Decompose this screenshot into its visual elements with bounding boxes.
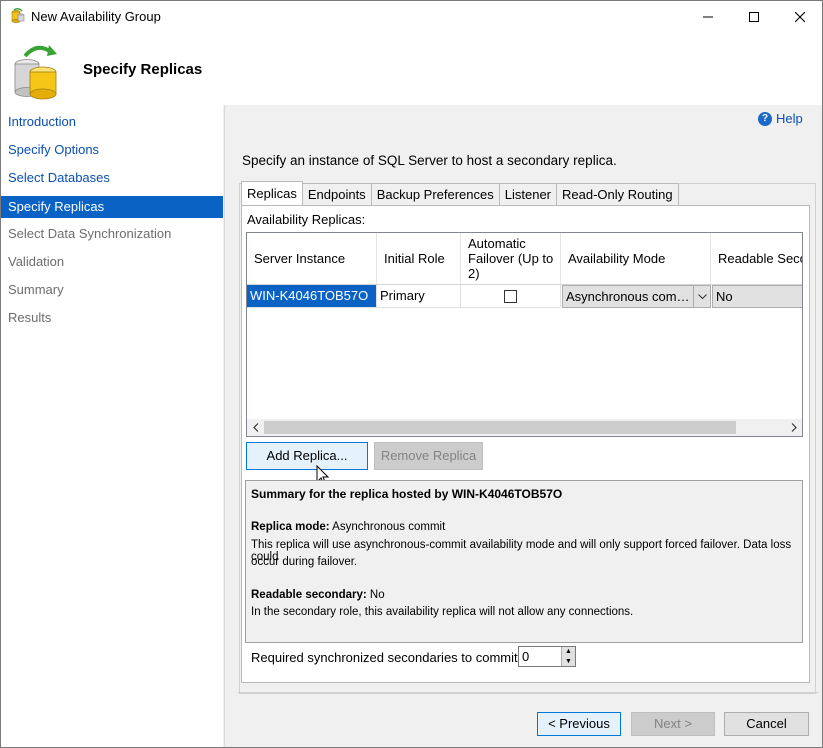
help-link[interactable]: ? Help — [758, 111, 803, 126]
add-replica-button[interactable]: Add Replica... — [246, 442, 368, 470]
database-app-icon — [11, 8, 25, 23]
chevron-down-icon[interactable] — [693, 286, 710, 307]
column-header-initial-role[interactable]: Initial Role — [377, 233, 461, 285]
tab-backup-preferences[interactable]: Backup Preferences — [370, 183, 500, 205]
required-secondaries-label: Required synchronized secondaries to com… — [251, 650, 518, 665]
scrollbar-thumb[interactable] — [264, 421, 736, 434]
column-header-readable-secondary[interactable]: Readable Seco — [711, 233, 802, 285]
help-label: Help — [776, 111, 803, 126]
minimize-icon — [703, 16, 713, 17]
column-header-availability-mode[interactable]: Availability Mode — [561, 233, 711, 285]
maximize-button[interactable] — [731, 1, 777, 32]
horizontal-scrollbar[interactable] — [247, 419, 802, 436]
scroll-left-icon[interactable] — [247, 419, 264, 436]
wizard-header: Specify Replicas — [1, 32, 822, 105]
help-icon: ? — [758, 111, 772, 126]
title-bar: New Availability Group — [1, 1, 822, 32]
minimize-button[interactable] — [685, 1, 731, 32]
replica-tabs: Replicas Endpoints Backup Preferences Li… — [241, 181, 679, 205]
replica-mode-description-2: occur during failover. — [251, 556, 358, 568]
stepper-buttons: ▲ ▼ — [561, 647, 575, 666]
replica-mode-line: Replica mode: Asynchronous commit — [251, 521, 445, 533]
cell-server-instance[interactable]: WIN-K4046TOB57O — [247, 285, 377, 308]
previous-button[interactable]: < Previous — [537, 712, 621, 736]
column-header-server-instance[interactable]: Server Instance — [247, 233, 377, 285]
maximize-icon — [749, 11, 759, 22]
cell-automatic-failover[interactable] — [461, 285, 561, 308]
close-icon — [795, 11, 805, 22]
next-button: Next > — [631, 712, 715, 736]
availability-group-icon — [14, 45, 57, 100]
replica-mode-value: Asynchronous commit — [332, 521, 446, 533]
readable-secondary-value: No — [369, 589, 385, 601]
cancel-button[interactable]: Cancel — [724, 712, 809, 736]
remove-replica-button: Remove Replica — [374, 442, 483, 470]
readable-secondary-description: In the secondary role, this availability… — [251, 606, 634, 618]
cell-initial-role[interactable]: Primary — [377, 285, 461, 308]
summary-title: Summary for the replica hosted by WIN-K4… — [251, 487, 563, 501]
window-title: New Availability Group — [31, 9, 161, 24]
stepper-down-icon[interactable]: ▼ — [562, 656, 575, 666]
sidebar-item-specify-replicas[interactable]: Specify Replicas — [1, 196, 223, 218]
readable-secondary-line: Readable secondary: No — [251, 589, 385, 601]
replica-mode-label: Replica mode: — [251, 521, 330, 533]
replicas-grid[interactable]: Server Instance Initial Role Automatic F… — [246, 232, 803, 437]
automatic-failover-checkbox[interactable] — [504, 289, 517, 303]
sidebar-item-introduction[interactable]: Introduction — [1, 111, 223, 133]
required-secondaries-stepper[interactable]: 0 ▲ ▼ — [518, 646, 576, 667]
replica-summary-panel: Summary for the replica hosted by WIN-K4… — [245, 480, 803, 643]
sidebar-item-summary: Summary — [8, 282, 64, 297]
dialog-window: New Availability Group Specify Replicas … — [0, 0, 823, 748]
instruction-text: Specify an instance of SQL Server to hos… — [242, 153, 617, 168]
page-title: Specify Replicas — [83, 61, 203, 78]
readable-secondary-dropdown[interactable]: No — [712, 285, 802, 308]
required-secondaries-value[interactable]: 0 — [522, 649, 529, 664]
close-button[interactable] — [777, 1, 823, 32]
tab-read-only-routing[interactable]: Read-Only Routing — [556, 183, 679, 205]
stepper-up-icon[interactable]: ▲ — [562, 647, 575, 657]
sidebar-item-validation: Validation — [8, 254, 65, 269]
scroll-right-icon[interactable] — [785, 419, 802, 436]
availability-mode-dropdown[interactable]: Asynchronous com… — [562, 285, 711, 308]
tab-endpoints[interactable]: Endpoints — [301, 183, 372, 205]
sidebar-item-select-data-synchronization: Select Data Synchronization — [8, 226, 172, 241]
tab-replicas[interactable]: Replicas — [241, 181, 303, 205]
tab-listener[interactable]: Listener — [498, 183, 558, 205]
availability-replicas-label: Availability Replicas: — [247, 212, 366, 227]
readable-secondary-label: Readable secondary: — [251, 589, 367, 601]
sidebar-item-select-databases[interactable]: Select Databases — [1, 167, 223, 189]
sidebar-item-specify-options[interactable]: Specify Options — [1, 139, 223, 161]
footer-divider — [238, 692, 818, 693]
wizard-sidebar: Introduction Specify Options Select Data… — [1, 105, 223, 747]
sidebar-item-results: Results — [8, 310, 52, 325]
availability-mode-value: Asynchronous com… — [566, 289, 690, 304]
column-header-automatic-failover[interactable]: Automatic Failover (Up to 2) — [461, 233, 561, 285]
